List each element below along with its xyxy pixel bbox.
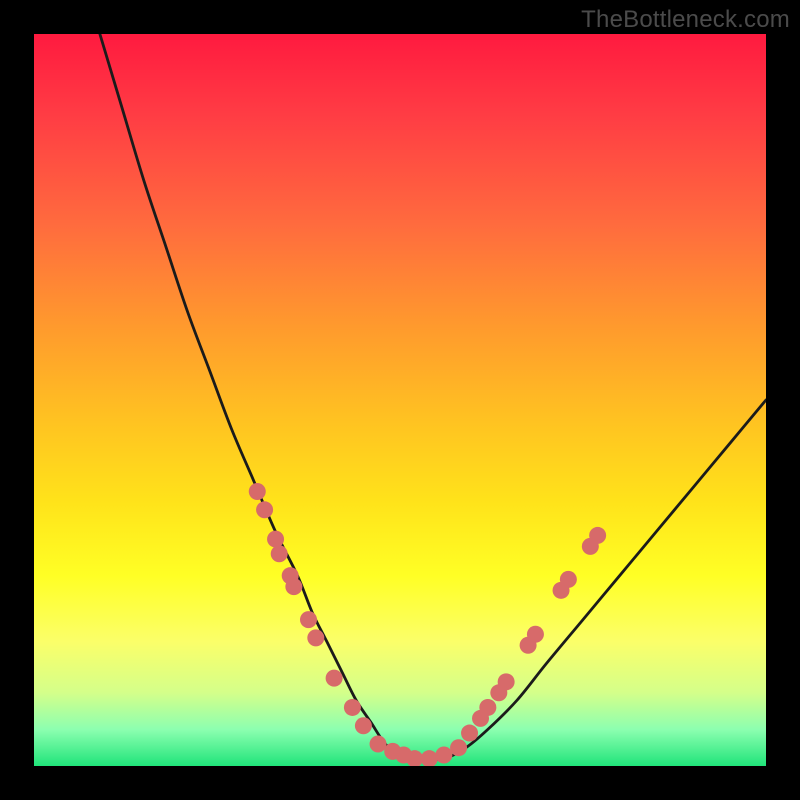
chart-svg [34, 34, 766, 766]
curve-marker [421, 750, 438, 766]
curve-marker [271, 545, 288, 562]
plot-area [34, 34, 766, 766]
curve-marker [450, 739, 467, 756]
bottleneck-curve [100, 34, 766, 760]
curve-marker [479, 699, 496, 716]
curve-marker [267, 531, 284, 548]
marker-layer [249, 483, 606, 766]
curve-marker [461, 725, 478, 742]
curve-marker [435, 747, 452, 764]
watermark-label: TheBottleneck.com [581, 6, 790, 34]
curve-marker [589, 527, 606, 544]
curve-marker [256, 501, 273, 518]
curve-marker [527, 626, 544, 643]
chart-frame: TheBottleneck.com [0, 0, 800, 800]
curve-marker [370, 736, 387, 753]
curve-marker [355, 717, 372, 734]
curve-marker [300, 611, 317, 628]
curve-marker [307, 629, 324, 646]
curve-marker [249, 483, 266, 500]
curve-marker [560, 571, 577, 588]
curve-marker [326, 670, 343, 687]
curve-marker [498, 673, 515, 690]
curve-marker [285, 578, 302, 595]
curve-marker [344, 699, 361, 716]
